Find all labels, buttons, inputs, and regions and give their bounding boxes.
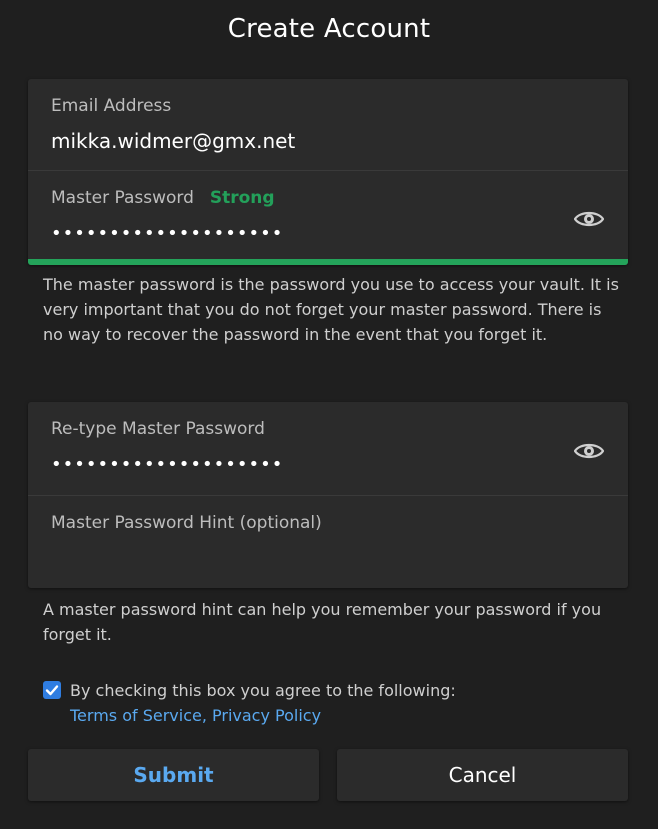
email-label: Email Address — [51, 96, 172, 116]
master-password-field[interactable]: Master Password Strong ••••••••••••••••••… — [28, 171, 628, 259]
password-hint-label: Master Password Hint (optional) — [51, 513, 322, 533]
eye-icon[interactable] — [574, 441, 604, 461]
master-password-label: Master Password — [51, 188, 194, 208]
privacy-policy-link[interactable]: Privacy Policy — [212, 706, 321, 725]
confirm-card: Re-type Master Password ••••••••••••••••… — [28, 402, 628, 588]
agreement-checkbox[interactable] — [43, 681, 61, 699]
password-hint-field[interactable]: Master Password Hint (optional) — [28, 496, 628, 588]
password-strength-badge: Strong — [209, 188, 275, 208]
page-title: Create Account — [227, 14, 431, 44]
hint-help: A master password hint can help you reme… — [43, 600, 602, 644]
eye-icon[interactable] — [574, 209, 604, 229]
master-password-label-row: Master Password Strong — [51, 188, 275, 208]
master-password-help: The master password is the password you … — [43, 275, 619, 344]
create-account-page: Create Account Email Address mikka.widme… — [0, 0, 658, 829]
submit-button[interactable]: Submit — [28, 749, 319, 801]
agreement-text-block: By checking this box you agree to the fo… — [70, 678, 630, 728]
checkmark-icon — [45, 685, 59, 696]
email-field[interactable]: Email Address mikka.widmer@gmx.net — [28, 79, 628, 170]
agreement-text: By checking this box you agree to the fo… — [70, 681, 456, 700]
retype-password-field[interactable]: Re-type Master Password ••••••••••••••••… — [28, 402, 628, 495]
cancel-button[interactable]: Cancel — [337, 749, 628, 801]
retype-password-input[interactable]: •••••••••••••••••••• — [51, 454, 283, 475]
password-strength-bar — [28, 259, 628, 265]
credentials-card: Email Address mikka.widmer@gmx.net Maste… — [28, 79, 628, 265]
agreement-links: Terms of Service, Privacy Policy — [70, 703, 630, 728]
master-password-input[interactable]: •••••••••••••••••••• — [51, 223, 283, 244]
link-separator: , — [201, 706, 213, 725]
terms-of-service-link[interactable]: Terms of Service — [70, 706, 202, 725]
retype-password-label: Re-type Master Password — [51, 419, 265, 439]
email-input[interactable]: mikka.widmer@gmx.net — [51, 129, 295, 153]
